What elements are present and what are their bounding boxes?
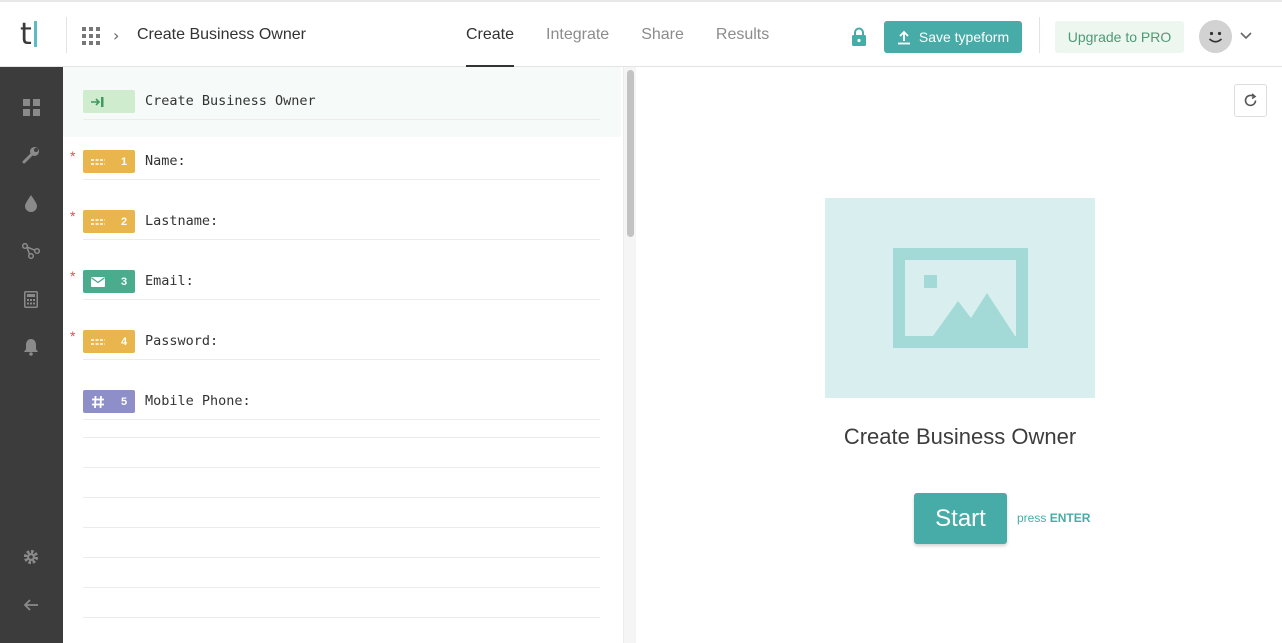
apps-grid-icon[interactable] — [82, 27, 100, 45]
chevron-right-icon: › — [113, 26, 120, 45]
question-row[interactable]: * 2 Lastname: — [70, 208, 600, 240]
question-badge: 2 — [83, 210, 135, 233]
empty-question-slot[interactable] — [83, 617, 600, 618]
bell-icon[interactable] — [22, 338, 40, 356]
save-typeform-label: Save typeform — [918, 29, 1010, 45]
question-text: Lastname: — [145, 213, 219, 229]
press-hint-prefix: press — [1017, 511, 1047, 525]
question-number: 1 — [120, 155, 128, 168]
typeform-logo[interactable]: t — [20, 14, 60, 54]
short-text-icon — [83, 158, 113, 166]
empty-question-slot[interactable] — [83, 497, 600, 498]
question-badge: 4 — [83, 330, 135, 353]
required-asterisk: * — [70, 328, 76, 344]
chevron-down-icon[interactable] — [1239, 28, 1253, 42]
divider — [1039, 17, 1040, 53]
tab-results[interactable]: Results — [716, 2, 769, 67]
hash-icon — [83, 395, 113, 409]
press-hint-key: ENTER — [1049, 511, 1091, 525]
welcome-image-placeholder — [825, 198, 1095, 398]
question-text: Email: — [145, 273, 194, 289]
question-text: Name: — [145, 153, 186, 169]
question-badge: 5 — [83, 390, 135, 413]
logo-bar — [33, 21, 37, 47]
editor-scrollbar[interactable] — [623, 67, 636, 643]
main-tabs: Create Integrate Share Results — [466, 2, 801, 69]
empty-question-slot[interactable] — [83, 527, 600, 528]
question-text: Mobile Phone: — [145, 393, 251, 409]
short-text-icon — [83, 338, 113, 346]
refresh-preview-button[interactable] — [1234, 84, 1267, 117]
save-typeform-button[interactable]: Save typeform — [884, 21, 1022, 53]
refresh-icon — [1244, 93, 1257, 107]
form-editor-panel: Create Business Owner * 1 Name: * 2 Last… — [63, 67, 636, 643]
drop-icon[interactable] — [22, 194, 40, 212]
question-text: Password: — [145, 333, 219, 349]
question-row[interactable]: 5 Mobile Phone: — [83, 390, 600, 420]
question-row[interactable]: * 3 Email: — [70, 268, 600, 300]
wrench-icon[interactable] — [22, 146, 40, 164]
question-row[interactable]: * 4 Password: — [70, 328, 600, 360]
top-bar: t › Create Business Owner Create Integra… — [0, 0, 1282, 67]
scrollbar-thumb[interactable] — [627, 70, 634, 237]
preview-welcome-title: Create Business Owner — [843, 424, 1077, 449]
empty-question-slot[interactable] — [83, 437, 600, 438]
start-button[interactable]: Start — [914, 493, 1007, 544]
divider — [66, 17, 67, 53]
empty-question-slot[interactable] — [83, 467, 600, 468]
envelope-icon — [83, 276, 113, 287]
welcome-badge — [83, 90, 135, 113]
upgrade-to-pro-button[interactable]: Upgrade to PRO — [1055, 21, 1184, 53]
required-asterisk: * — [70, 148, 76, 164]
avatar[interactable] — [1199, 20, 1232, 53]
dashboard-grid-icon[interactable] — [22, 98, 40, 116]
lock-icon[interactable] — [851, 27, 867, 47]
welcome-screen-row[interactable]: Create Business Owner — [63, 67, 621, 137]
enter-icon — [83, 96, 113, 108]
back-arrow-icon[interactable] — [22, 596, 40, 614]
tab-integrate[interactable]: Integrate — [546, 2, 609, 67]
welcome-screen-text: Create Business Owner — [145, 93, 316, 109]
breadcrumb-title[interactable]: Create Business Owner — [137, 26, 306, 44]
question-number: 2 — [120, 215, 128, 228]
empty-question-slot[interactable] — [83, 587, 600, 588]
question-number: 5 — [120, 395, 128, 408]
logo-letter: t — [20, 16, 32, 52]
required-asterisk: * — [70, 268, 76, 284]
required-asterisk: * — [70, 208, 76, 224]
press-enter-hint: press ENTER — [1017, 511, 1090, 525]
question-number: 4 — [120, 335, 128, 348]
question-number: 3 — [120, 275, 128, 288]
gear-icon[interactable] — [22, 548, 40, 566]
empty-question-slot[interactable] — [83, 557, 600, 558]
question-badge: 1 — [83, 150, 135, 173]
question-badge: 3 — [83, 270, 135, 293]
form-preview-panel: Create Business Owner Start press ENTER — [637, 67, 1282, 643]
image-icon — [892, 248, 1028, 348]
short-text-icon — [83, 218, 113, 226]
tab-create[interactable]: Create — [466, 2, 515, 67]
tab-share[interactable]: Share — [641, 2, 684, 67]
left-sidebar — [0, 67, 63, 643]
welcome-screen-item[interactable]: Create Business Owner — [83, 90, 600, 120]
calculator-icon[interactable] — [22, 290, 40, 308]
question-row[interactable]: * 1 Name: — [70, 148, 600, 180]
logic-jump-icon[interactable] — [22, 242, 40, 260]
upload-icon — [897, 30, 910, 44]
